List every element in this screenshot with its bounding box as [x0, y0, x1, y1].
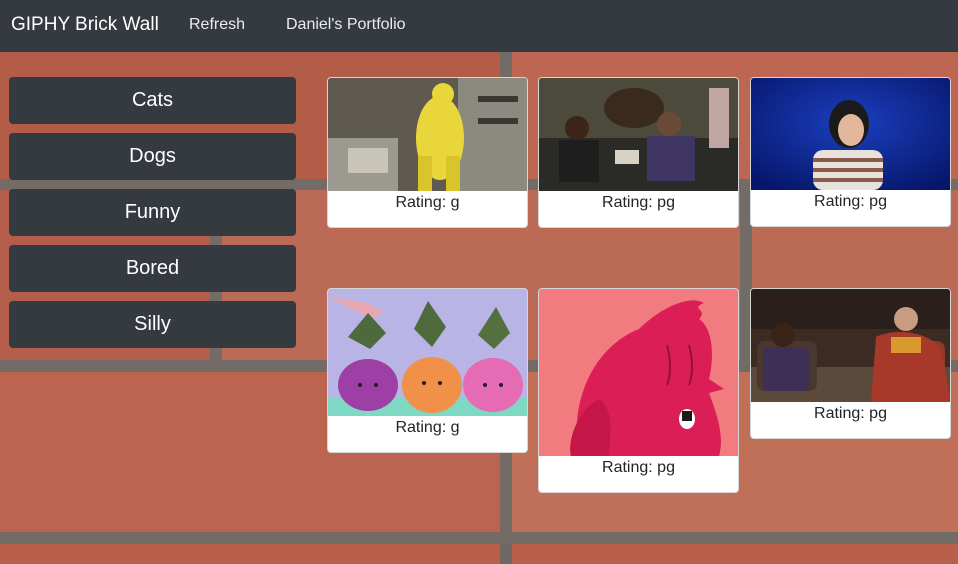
kitchen-scene-image — [328, 78, 527, 191]
gif-rating: Rating: pg — [602, 459, 675, 476]
topic-button-silly[interactable]: Silly — [9, 301, 296, 348]
gif-rating: Rating: pg — [814, 193, 887, 210]
gif-card[interactable]: Rating: g — [327, 288, 528, 453]
gif-rating: Rating: pg — [602, 194, 675, 211]
gif-rating: Rating: g — [395, 194, 460, 211]
hosts-couch-image — [539, 78, 738, 191]
pink-cartoon-image — [539, 289, 738, 456]
gif-image[interactable] — [751, 78, 950, 190]
gif-card[interactable]: Rating: pg — [538, 288, 739, 493]
gif-image[interactable] — [539, 289, 738, 456]
gif-rating: Rating: pg — [814, 405, 887, 422]
gif-card[interactable]: Rating: pg — [750, 288, 951, 439]
gif-card[interactable]: Rating: pg — [750, 77, 951, 227]
topic-button-cats[interactable]: Cats — [9, 77, 296, 124]
gif-card[interactable]: Rating: g — [327, 77, 528, 228]
topic-button-dogs[interactable]: Dogs — [9, 133, 296, 180]
gif-image[interactable] — [328, 78, 527, 191]
refresh-link[interactable]: Refresh — [189, 16, 245, 34]
elders-laughing-image — [751, 289, 950, 402]
gif-card[interactable]: Rating: pg — [538, 77, 739, 228]
gif-image[interactable] — [751, 289, 950, 402]
woman-laughing-image — [751, 78, 950, 190]
portfolio-link[interactable]: Daniel's Portfolio — [286, 16, 406, 34]
navbar: GIPHY Brick Wall Refresh Daniel's Portfo… — [0, 0, 958, 52]
gif-image[interactable] — [328, 289, 527, 416]
topic-button-funny[interactable]: Funny — [9, 189, 296, 236]
brand-title[interactable]: GIPHY Brick Wall — [11, 14, 159, 36]
vegetables-illustration-image — [328, 289, 527, 416]
topic-button-bored[interactable]: Bored — [9, 245, 296, 292]
gif-image[interactable] — [539, 78, 738, 191]
gif-rating: Rating: g — [395, 419, 460, 436]
